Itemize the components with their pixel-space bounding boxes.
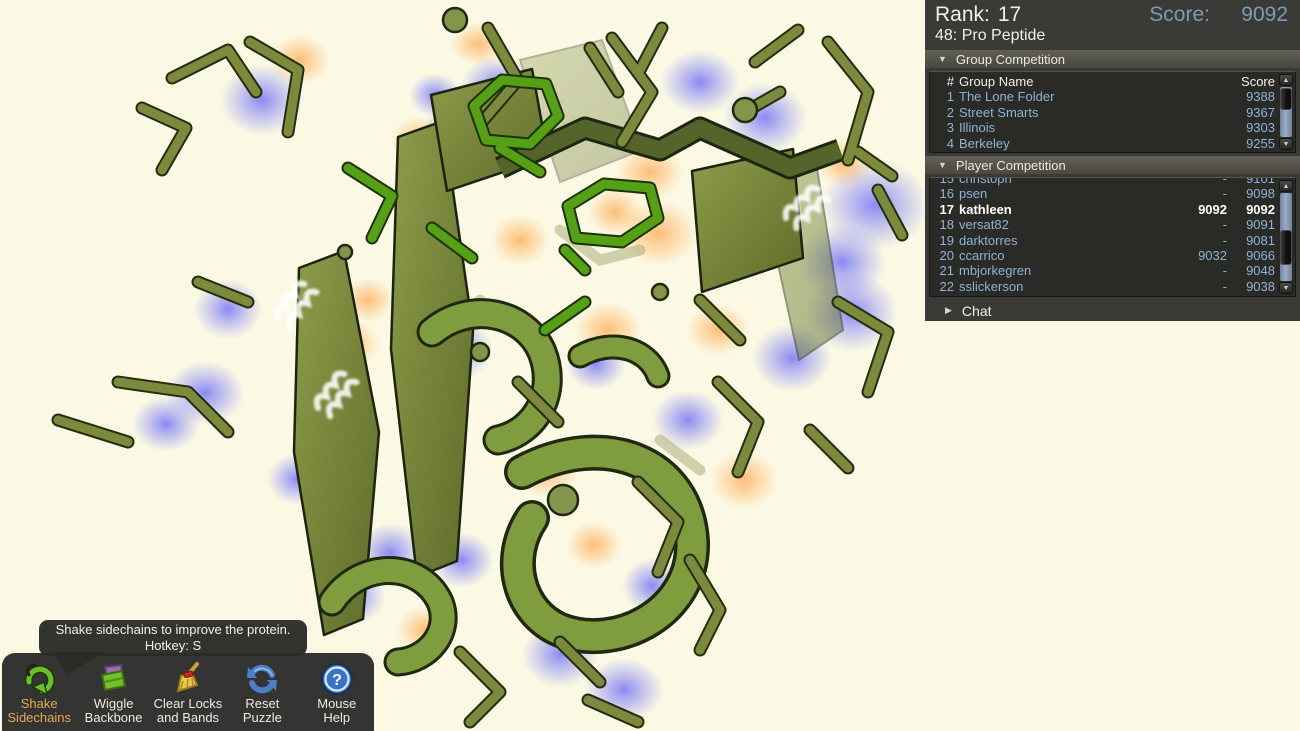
player-row[interactable]: 20 ccarrico 9032 9066 <box>937 248 1275 263</box>
player-row-current-user[interactable]: 17 kathleen 9092 9092 <box>937 202 1275 217</box>
group-row[interactable]: 4 Berkeley 9255 <box>937 136 1275 151</box>
scroll-thumb[interactable] <box>1280 230 1292 265</box>
button-label-line1: Clear Locks <box>154 697 223 711</box>
player-competition-header[interactable]: ▼ Player Competition <box>925 156 1300 174</box>
rank-value: 17 <box>998 3 1021 27</box>
player-row[interactable]: 18 versat82 - 9091 <box>937 217 1275 232</box>
player-row[interactable]: 19 darktorres - 9081 <box>937 233 1275 248</box>
group-row[interactable]: 1 The Lone Folder 9388 <box>937 89 1275 104</box>
scroll-down-icon[interactable]: ▼ <box>1279 138 1293 150</box>
col-rank: # <box>937 74 954 89</box>
button-label-line1: Mouse <box>317 697 356 711</box>
button-label-line2: Sidechains <box>7 711 71 725</box>
group-row[interactable]: 2 Street Smarts 9367 <box>937 105 1275 120</box>
col-score: Score <box>1227 74 1275 89</box>
clear-locks-bands-button[interactable]: Clear Locks and Bands <box>151 653 225 731</box>
player-row[interactable]: 15 christoph - 9101 <box>937 177 1275 186</box>
shake-tooltip: Shake sidechains to improve the protein.… <box>39 620 307 656</box>
chat-header[interactable]: ▶ Chat <box>925 300 1300 321</box>
player-row[interactable]: 22 sslickerson - 9038 <box>937 279 1275 294</box>
button-label-line2: Backbone <box>85 711 143 725</box>
score-label: Score: <box>1149 3 1210 27</box>
puzzle-title: 48: Pro Peptide <box>925 27 1300 50</box>
player-competition-title: Player Competition <box>956 158 1066 173</box>
expand-triangle-icon: ▶ <box>945 305 952 316</box>
scroll-track[interactable] <box>1280 193 1292 281</box>
broom-icon <box>170 661 206 697</box>
group-competition-title: Group Competition <box>956 52 1065 67</box>
rank-label: Rank: <box>935 3 990 27</box>
group-leaderboard: # Group Name Score 1 The Lone Folder 938… <box>929 71 1296 153</box>
mouse-help-button[interactable]: ? Mouse Help <box>300 653 374 731</box>
reset-puzzle-button[interactable]: Reset Puzzle <box>225 653 299 731</box>
score-value: 9092 <box>1224 3 1288 27</box>
button-label-line1: Reset <box>245 697 279 711</box>
button-label-line2: Help <box>323 711 350 725</box>
tooltip-tail <box>46 652 116 676</box>
scroll-track[interactable] <box>1280 87 1292 137</box>
col-name: Group Name <box>954 74 1227 89</box>
button-label-line2: and Bands <box>157 711 219 725</box>
question-mark-icon: ? <box>319 661 355 697</box>
scroll-thumb[interactable] <box>1280 88 1292 110</box>
group-competition-header[interactable]: ▼ Group Competition <box>925 50 1300 68</box>
scroll-down-icon[interactable]: ▼ <box>1279 282 1293 294</box>
player-row[interactable]: 21 mbjorkegren - 9048 <box>937 263 1275 278</box>
button-label-line1: Wiggle <box>94 697 134 711</box>
collapse-triangle-icon: ▼ <box>938 54 947 64</box>
button-label-line1: Shake <box>21 697 58 711</box>
collapse-triangle-icon: ▼ <box>938 160 947 170</box>
reset-arrows-icon <box>244 661 280 697</box>
player-scrollbar[interactable]: ▲ ▼ <box>1279 180 1293 294</box>
player-leaderboard: 15 christoph - 9101 16 psen - 9098 17 ka… <box>929 177 1296 297</box>
group-header-row: # Group Name Score <box>937 74 1275 89</box>
svg-text:?: ? <box>332 672 342 689</box>
group-row[interactable]: 3 Illinois 9303 <box>937 120 1275 135</box>
rank-score-bar: Rank: 17 Score: 9092 <box>925 0 1300 27</box>
chat-title: Chat <box>962 303 992 319</box>
tooltip-line1: Shake sidechains to improve the protein. <box>39 622 307 638</box>
scroll-up-icon[interactable]: ▲ <box>1279 74 1293 86</box>
group-scrollbar[interactable]: ▲ ▼ <box>1279 74 1293 150</box>
scroll-up-icon[interactable]: ▲ <box>1279 180 1293 192</box>
foldit-app: Rank: 17 Score: 9092 48: Pro Peptide ▼ G… <box>0 0 1300 731</box>
button-label-line2: Puzzle <box>243 711 282 725</box>
player-row[interactable]: 16 psen - 9098 <box>937 186 1275 201</box>
leaderboard-panel: Rank: 17 Score: 9092 48: Pro Peptide ▼ G… <box>925 0 1300 321</box>
